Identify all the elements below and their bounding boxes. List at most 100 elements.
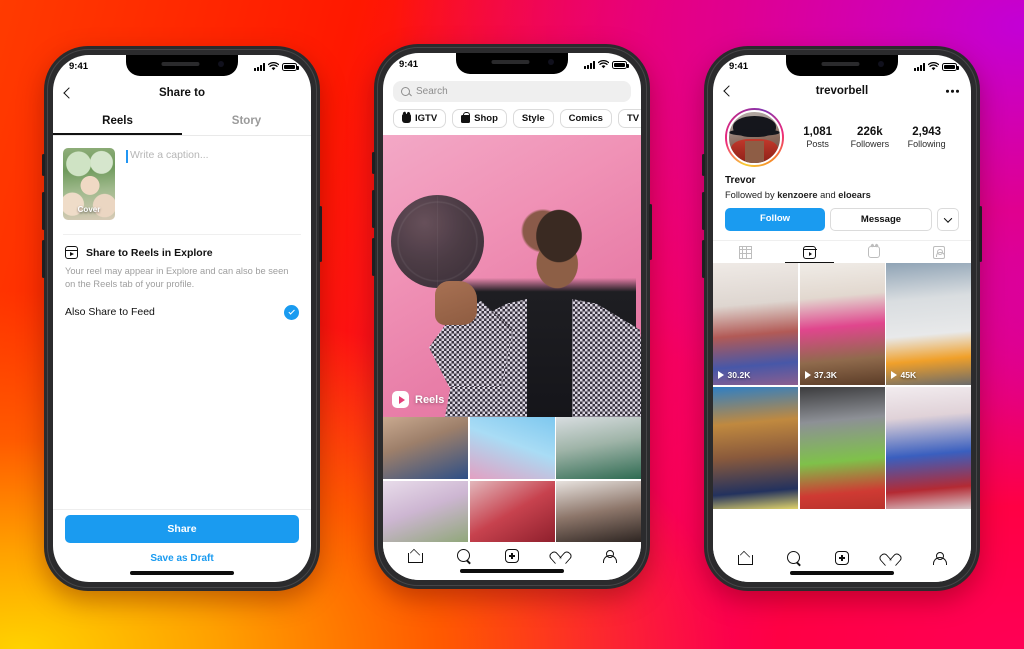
- phone3-mute-switch[interactable]: [702, 154, 705, 176]
- reel-item[interactable]: [713, 386, 798, 509]
- stat-label: Posts: [806, 139, 829, 149]
- more-options-icon[interactable]: [946, 89, 959, 93]
- tab-reels[interactable]: [778, 241, 843, 263]
- chip-style[interactable]: Style: [512, 109, 554, 128]
- chip-shop[interactable]: Shop: [452, 109, 507, 128]
- profile-actions: Follow Message: [713, 200, 971, 231]
- text-caret: [126, 150, 128, 163]
- phone3-power-button[interactable]: [979, 206, 982, 262]
- earpiece-speaker: [821, 62, 860, 66]
- explore-grid-item[interactable]: [556, 417, 641, 479]
- home-indicator[interactable]: [460, 569, 564, 573]
- plus-square-icon[interactable]: [835, 551, 849, 565]
- phone1-mute-switch[interactable]: [42, 154, 45, 176]
- front-camera-icon: [218, 61, 224, 67]
- save-as-draft-button[interactable]: Save as Draft: [65, 543, 299, 564]
- phone1-volume-down[interactable]: [42, 240, 45, 278]
- reel-item[interactable]: 37.3K: [799, 263, 885, 385]
- more-actions-button[interactable]: [937, 208, 959, 231]
- message-button[interactable]: Message: [830, 208, 932, 231]
- reel-item[interactable]: 45K: [886, 263, 971, 385]
- search-icon[interactable]: [457, 549, 471, 563]
- battery-icon: [612, 61, 629, 69]
- footer-divider: [53, 509, 311, 510]
- phone2-screen: 9:41 Search IGTV Shop Style Comics TV Re…: [383, 53, 641, 580]
- check-circle-icon[interactable]: [284, 304, 299, 320]
- reels-icon: [802, 245, 817, 259]
- search-icon[interactable]: [787, 551, 801, 565]
- mutual-follower-1[interactable]: kenzoere: [777, 190, 817, 200]
- home-indicator[interactable]: [790, 571, 894, 575]
- share-to-explore-title: Share to Reels in Explore: [86, 246, 213, 259]
- plus-square-icon[interactable]: [505, 549, 519, 563]
- chip-tv-and-movies[interactable]: TV & Movies: [617, 109, 641, 128]
- back-button[interactable]: [723, 85, 735, 97]
- phone1-notch: [126, 55, 238, 76]
- phone1-volume-up[interactable]: [42, 192, 45, 230]
- tab-grid[interactable]: [713, 241, 778, 263]
- phone2-power-button[interactable]: [649, 204, 652, 260]
- reel-item[interactable]: [886, 386, 971, 509]
- cover-label: Cover: [77, 205, 101, 214]
- explore-grid-item[interactable]: [469, 480, 555, 543]
- wifi-icon: [928, 62, 939, 71]
- explore-grid-item[interactable]: [383, 417, 468, 479]
- share-to-explore-description: Your reel may appear in Explore and can …: [65, 266, 289, 290]
- profile-display-name: Trevor: [725, 175, 756, 186]
- follow-button[interactable]: Follow: [725, 208, 825, 231]
- stat-followers[interactable]: 226k Followers: [851, 126, 890, 149]
- back-button[interactable]: [63, 87, 75, 99]
- igtv-icon: [868, 246, 881, 258]
- also-share-to-feed-row[interactable]: Also Share to Feed: [53, 292, 311, 320]
- search-icon: [401, 87, 410, 96]
- phone2-volume-up[interactable]: [372, 190, 375, 228]
- chip-comics[interactable]: Comics: [559, 109, 612, 128]
- share-destination-tabs: Reels Story: [53, 108, 311, 136]
- stat-value: 1,081: [803, 126, 833, 138]
- explore-grid-item[interactable]: [469, 417, 555, 479]
- view-count: 45K: [900, 370, 917, 380]
- avatar[interactable]: [727, 110, 782, 165]
- chip-igtv[interactable]: IGTV: [393, 109, 447, 128]
- share-button[interactable]: Share: [65, 515, 299, 543]
- explore-grid-item[interactable]: [383, 480, 468, 543]
- play-icon: [804, 371, 811, 379]
- explore-grid-item[interactable]: [556, 480, 641, 543]
- stat-posts[interactable]: 1,081 Posts: [803, 126, 832, 149]
- home-icon[interactable]: [738, 551, 753, 565]
- stat-label: Following: [907, 139, 946, 149]
- mutual-follower-2[interactable]: eloears: [838, 190, 871, 200]
- tab-story[interactable]: Story: [182, 108, 311, 135]
- avatar-story-ring[interactable]: [725, 108, 784, 167]
- phone1-power-button[interactable]: [319, 206, 322, 262]
- person-icon[interactable]: [932, 551, 947, 565]
- home-indicator[interactable]: [130, 571, 234, 575]
- tab-reels[interactable]: Reels: [53, 108, 182, 135]
- reel-item[interactable]: [799, 386, 885, 509]
- tab-igtv[interactable]: [842, 241, 907, 263]
- heart-icon[interactable]: [883, 551, 898, 565]
- cover-thumbnail[interactable]: Cover: [63, 148, 115, 220]
- status-indicators: [914, 62, 959, 71]
- person-icon[interactable]: [602, 549, 617, 563]
- stat-following[interactable]: 2,943 Following: [908, 126, 946, 149]
- cellular-bars-icon: [254, 63, 265, 71]
- chip-label: IGTV: [415, 113, 438, 124]
- caption-placeholder: Write a caption...: [130, 149, 209, 161]
- home-icon[interactable]: [408, 549, 423, 563]
- reel-item[interactable]: 30.2K: [713, 263, 798, 385]
- tab-tagged[interactable]: [907, 241, 972, 263]
- phone2-volume-down[interactable]: [372, 238, 375, 276]
- battery-icon: [942, 63, 959, 71]
- status-indicators: [584, 60, 629, 69]
- search-input[interactable]: Search: [393, 81, 631, 102]
- phone3-volume-up[interactable]: [702, 192, 705, 230]
- caption-field[interactable]: Write a caption...: [126, 148, 301, 220]
- explore-hero-post[interactable]: Reels: [383, 135, 641, 417]
- reel-views: 30.2K: [718, 370, 750, 380]
- followed-by-prefix: Followed by: [725, 190, 778, 200]
- phone2-mute-switch[interactable]: [372, 152, 375, 174]
- heart-icon[interactable]: [553, 549, 568, 563]
- phone3-volume-down[interactable]: [702, 240, 705, 278]
- chevron-left-icon: [63, 87, 75, 99]
